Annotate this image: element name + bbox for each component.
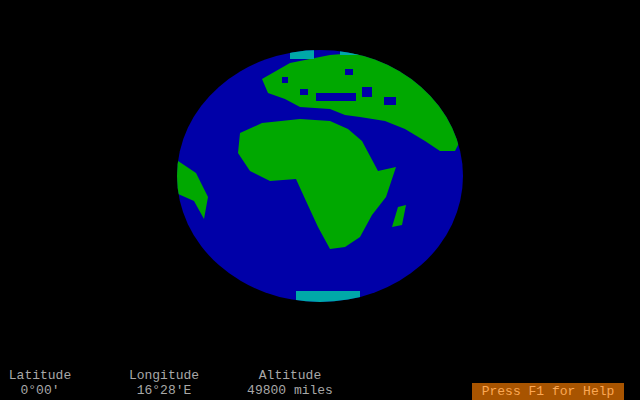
status-value: 16°28'E	[137, 383, 192, 398]
status-field: Longitude16°28'E	[116, 368, 212, 400]
status-label: Latitude	[9, 368, 71, 383]
screen: Latitude0°00' Longitude16°28'E Altitude498…	[0, 0, 640, 400]
help-button[interactable]: Press F1 for Help	[472, 383, 624, 400]
status-label: Longitude	[129, 368, 199, 383]
status-value: 0°00'	[20, 383, 59, 398]
status-label: Altitude	[259, 368, 321, 383]
status-field: Altitude49800 miles	[242, 368, 338, 400]
status-value: 49800 miles	[247, 383, 333, 398]
globe-view	[0, 0, 640, 367]
globe-icon[interactable]	[175, 49, 465, 303]
status-bar: Latitude0°00' Longitude16°28'E Altitude498…	[0, 367, 640, 400]
status-field: Latitude0°00'	[0, 368, 80, 400]
